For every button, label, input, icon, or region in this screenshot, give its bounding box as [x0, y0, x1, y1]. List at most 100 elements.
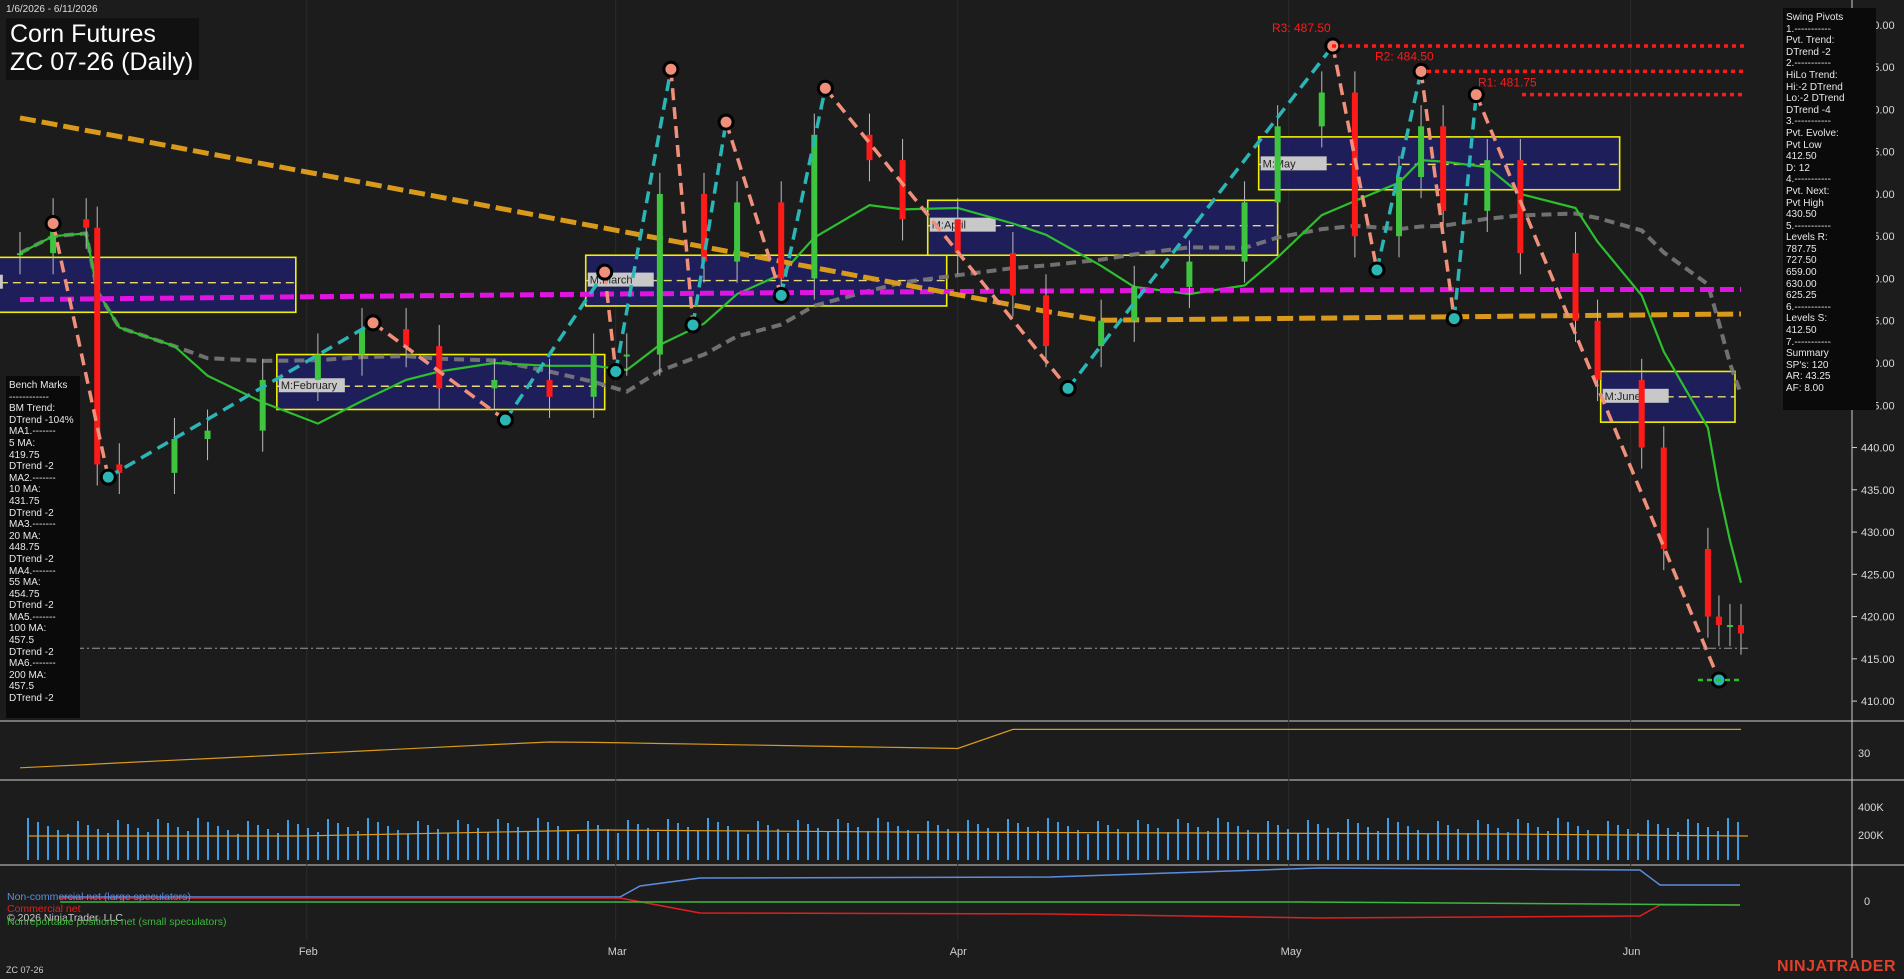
price-tick-label: 435.00 [1861, 485, 1895, 497]
bench-marks-line: 431.75 [9, 495, 40, 507]
candle-body [491, 379, 498, 389]
swing-pivots-line: AF: 8.00 [1786, 383, 1824, 394]
swing-pivots-line: Levels S: [1786, 313, 1828, 325]
price-tick-label: 430.00 [1861, 527, 1895, 539]
bench-marks-line: 457.5 [9, 635, 35, 647]
candle-body [171, 439, 178, 473]
candle-body [358, 329, 365, 355]
price-tick-label: 415.00 [1861, 654, 1895, 666]
resistance-label: R2: 484.50 [1375, 49, 1434, 63]
nonreportable-line [60, 901, 1741, 906]
bench-marks-line: 419.75 [9, 449, 40, 461]
candle-body [700, 193, 707, 262]
swing-pivots-line: 3.----------- [1786, 116, 1831, 128]
bench-marks-line: ------------ [9, 391, 49, 403]
swing-pivots-line: 7.----------- [1786, 336, 1831, 348]
swing-pivots-line: Pvt. Evolve: [1786, 127, 1839, 139]
swing-pivots-line: Hi:-2 DTrend [1786, 81, 1843, 93]
swing-pivots-line: 2.----------- [1786, 58, 1831, 70]
candle-body [204, 430, 211, 440]
candle-body [899, 160, 906, 220]
swing-high-marker [44, 215, 62, 233]
date-range-label: 1/6/2026 - 6/11/2026 [6, 4, 98, 15]
candle-body [1009, 253, 1016, 296]
swing-pivots-line: 412.50 [1786, 325, 1817, 337]
candle-body [403, 329, 410, 347]
swing-low-marker [1445, 310, 1463, 328]
swing-up-leg [1452, 94, 1478, 319]
swing-pivots-line: Pvt Low [1786, 139, 1822, 151]
candle-body [1241, 202, 1248, 262]
candle-body [1318, 92, 1325, 127]
month-label: May [1281, 946, 1302, 958]
commercial-line [60, 897, 1740, 919]
price-chart: Feb Mar Apr May Jun490.00485.00480.00475.004… [0, 0, 1904, 958]
swing-pivots-line: Pvt. Trend: [1786, 35, 1835, 47]
swing-pivots-line: HiLo Trend: [1786, 69, 1838, 81]
swing-pivots-line: AR: 43.25 [1786, 371, 1831, 383]
cot-tick-label: 0 [1864, 896, 1870, 908]
swing-high-marker [816, 79, 834, 97]
candle-body [546, 379, 553, 397]
candle-body [590, 354, 597, 397]
price-tick-label: 440.00 [1861, 443, 1895, 455]
swing-high-marker [1412, 62, 1430, 80]
month-label: Feb [299, 946, 318, 958]
volume-tick-label: 400K [1858, 802, 1884, 814]
bench-marks-line: 55 MA: [9, 577, 41, 589]
swing-pivots-line: Lo:-2 DTrend [1786, 93, 1845, 105]
bench-marks-line: Bench Marks [9, 380, 68, 391]
monthly-box-label: M:June [1605, 391, 1641, 403]
swing-low-marker [607, 362, 625, 380]
bench-marks-line: MA4.------- [9, 565, 56, 577]
swing-high-marker [1467, 86, 1485, 104]
candle-body [623, 354, 630, 357]
swing-low-marker [1059, 379, 1077, 397]
bench-marks-line: MA3.------- [9, 519, 56, 531]
candle-body [734, 202, 741, 262]
swing-pivots-line: Pvt. Next: [1786, 185, 1830, 197]
candle-body [17, 253, 23, 256]
swing-pivots-line: 5.----------- [1786, 220, 1831, 232]
swing-pivots-line: 6.----------- [1786, 301, 1831, 313]
swing-pivots-line: D: 12 [1786, 162, 1810, 174]
candle-body [1042, 295, 1049, 347]
instrument-title: Corn Futures ZC 07-26 (Daily) [6, 18, 200, 80]
candle-body [1738, 625, 1744, 634]
swing-low-marker [1368, 261, 1386, 279]
candle-body [1186, 261, 1193, 287]
swing-low-marker [772, 286, 790, 304]
swing-pivots-line: 625.25 [1786, 290, 1817, 302]
bench-marks-line: DTrend -2 [9, 693, 54, 705]
bench-marks-line: MA5.------- [9, 611, 56, 623]
bench-marks-line: DTrend -2 [9, 600, 54, 612]
monthly-box-label: M:February [281, 380, 338, 392]
swing-pivots-line: 430.50 [1786, 209, 1817, 221]
swing-pivots-line: 727.50 [1786, 255, 1817, 267]
legend-noncommercial: Non-commercial net (large speculators) [7, 891, 191, 903]
bench-marks-line: MA2.------- [9, 472, 56, 484]
swing-pivots-line: 787.75 [1786, 243, 1817, 255]
swing-high-marker [717, 113, 735, 131]
bench-marks-line: DTrend -2 [9, 507, 54, 519]
swing-pivots-line: DTrend -2 [1786, 46, 1831, 58]
candle-body [1660, 447, 1667, 549]
bench-marks-line: DTrend -2 [9, 461, 54, 473]
bench-marks-line: 10 MA: [9, 484, 41, 496]
bench-marks-line: 457.5 [9, 681, 35, 693]
candle-body [1638, 379, 1645, 448]
swing-high-marker [364, 314, 382, 332]
price-tick-label: 410.00 [1861, 696, 1895, 708]
month-label: Jun [1623, 946, 1641, 958]
contract-name: ZC 07-26 (Daily) [10, 48, 194, 76]
swing-high-marker [662, 60, 680, 78]
candle-body [954, 219, 961, 254]
swing-pivots-line: Summary [1786, 348, 1829, 360]
bench-marks-line: 5 MA: [9, 437, 36, 449]
bench-marks-line: DTrend -2 [9, 553, 54, 565]
candle-body [1704, 548, 1711, 617]
month-label: Apr [950, 946, 967, 958]
candle-body [1726, 625, 1733, 628]
bench-marks-line: DTrend -104% [9, 414, 74, 426]
noncommercial-line [60, 867, 1740, 898]
